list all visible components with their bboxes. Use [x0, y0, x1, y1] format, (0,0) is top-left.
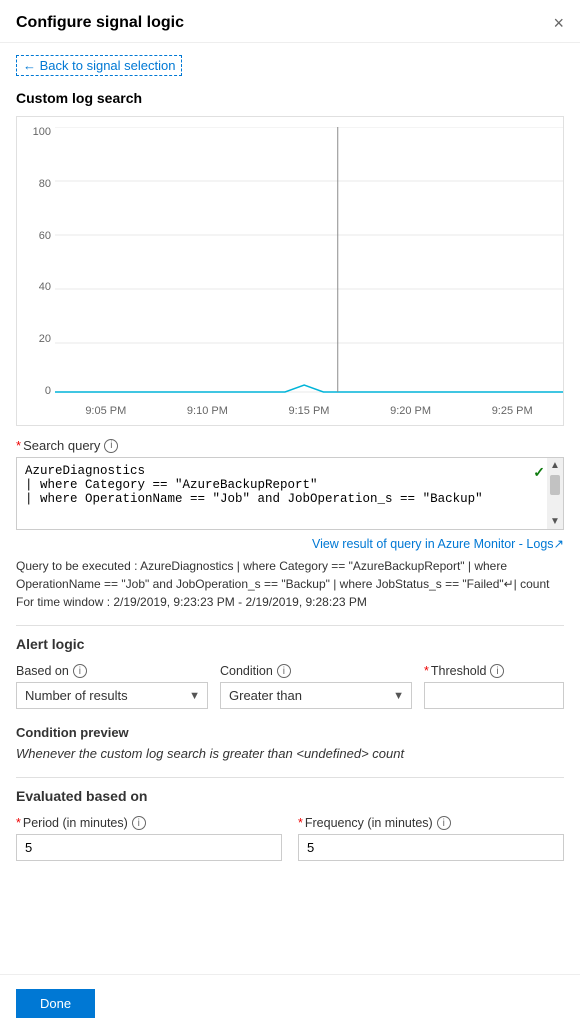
close-button[interactable]: × — [553, 14, 564, 32]
alert-fields-row: Based on i Number of results Metric meas… — [16, 664, 564, 709]
period-field: * Period (in minutes) i — [16, 816, 282, 861]
x-label-920: 9:20 PM — [360, 405, 462, 417]
threshold-label: Threshold — [431, 664, 487, 678]
query-description: Query to be executed : AzureDiagnostics … — [16, 557, 564, 611]
y-label-100: 100 — [33, 127, 51, 138]
frequency-input[interactable] — [298, 834, 564, 861]
period-required-star: * — [16, 816, 21, 830]
x-label-915: 9:15 PM — [258, 405, 360, 417]
y-label-40: 40 — [39, 282, 51, 293]
threshold-required-star: * — [424, 664, 429, 678]
back-link[interactable]: ← Back to signal selection — [16, 55, 182, 76]
threshold-input[interactable] — [424, 682, 564, 709]
checkmark-icon: ✓ — [533, 464, 545, 481]
threshold-label-row: * Threshold i — [424, 664, 564, 678]
divider-1 — [16, 625, 564, 626]
x-label-905: 9:05 PM — [55, 405, 157, 417]
panel-title: Configure signal logic — [16, 14, 184, 32]
scrollbar: ▲ ▼ — [547, 458, 563, 529]
y-label-60: 60 — [39, 231, 51, 242]
search-query-label-row: * Search query i — [16, 438, 564, 453]
panel-content: ← Back to signal selection Custom log se… — [0, 43, 580, 889]
scroll-down-arrow[interactable]: ▼ — [548, 514, 562, 529]
query-description-text: Query to be executed : AzureDiagnostics … — [16, 559, 550, 609]
search-query-label: Search query — [23, 438, 100, 453]
frequency-label: Frequency (in minutes) — [305, 816, 433, 830]
section-title: Custom log search — [16, 90, 564, 106]
frequency-info-icon[interactable]: i — [437, 816, 451, 830]
based-on-info-icon[interactable]: i — [73, 664, 87, 678]
chart-plot — [55, 127, 563, 397]
required-star: * — [16, 438, 21, 453]
configure-signal-panel: Configure signal logic × ← Back to signa… — [0, 0, 580, 1032]
chart-container: 100 80 60 40 20 0 — [16, 116, 564, 426]
scroll-up-arrow[interactable]: ▲ — [548, 458, 562, 473]
period-input[interactable] — [16, 834, 282, 861]
based-on-label: Based on — [16, 664, 69, 678]
condition-info-icon[interactable]: i — [277, 664, 291, 678]
based-on-label-row: Based on i — [16, 664, 208, 678]
threshold-info-icon[interactable]: i — [490, 664, 504, 678]
threshold-field: * Threshold i — [424, 664, 564, 709]
y-label-80: 80 — [39, 179, 51, 190]
chart-svg — [55, 127, 563, 397]
y-axis: 100 80 60 40 20 0 — [17, 127, 55, 397]
based-on-field: Based on i Number of results Metric meas… — [16, 664, 208, 709]
y-label-20: 20 — [39, 334, 51, 345]
scroll-thumb[interactable] — [550, 475, 560, 495]
condition-preview-title: Condition preview — [16, 725, 564, 740]
period-label: Period (in minutes) — [23, 816, 128, 830]
query-section: * Search query i ✓ ▲ ▼ — [16, 438, 564, 530]
panel-footer: Done — [0, 974, 580, 1032]
condition-preview-text: Whenever the custom log search is greate… — [16, 746, 564, 761]
search-query-info-icon[interactable]: i — [104, 439, 118, 453]
based-on-select-wrapper: Number of results Metric measurement ▼ — [16, 682, 208, 709]
evaluated-section: Evaluated based on * Period (in minutes)… — [16, 788, 564, 861]
period-info-icon[interactable]: i — [132, 816, 146, 830]
panel-header: Configure signal logic × — [0, 0, 580, 43]
eval-fields-row: * Period (in minutes) i * Frequency (in … — [16, 816, 564, 861]
divider-2 — [16, 777, 564, 778]
chart-inner: 100 80 60 40 20 0 — [17, 127, 563, 397]
alert-logic-title: Alert logic — [16, 636, 564, 652]
frequency-field: * Frequency (in minutes) i — [298, 816, 564, 861]
x-label-925: 9:25 PM — [461, 405, 563, 417]
condition-field: Condition i Greater than Less than Equal… — [220, 664, 412, 709]
x-axis: 9:05 PM 9:10 PM 9:15 PM 9:20 PM 9:25 PM — [55, 397, 563, 425]
condition-preview-section: Condition preview Whenever the custom lo… — [16, 725, 564, 761]
condition-label: Condition — [220, 664, 273, 678]
based-on-select[interactable]: Number of results Metric measurement — [16, 682, 208, 709]
period-label-row: * Period (in minutes) i — [16, 816, 282, 830]
condition-select-wrapper: Greater than Less than Equal to ▼ — [220, 682, 412, 709]
view-result-link[interactable]: View result of query in Azure Monitor - … — [16, 536, 564, 551]
x-label-910: 9:10 PM — [157, 405, 259, 417]
search-query-textarea[interactable] — [17, 458, 563, 526]
done-button[interactable]: Done — [16, 989, 95, 1018]
frequency-label-row: * Frequency (in minutes) i — [298, 816, 564, 830]
evaluated-title: Evaluated based on — [16, 788, 564, 804]
y-label-0: 0 — [45, 386, 51, 397]
condition-select[interactable]: Greater than Less than Equal to — [220, 682, 412, 709]
frequency-required-star: * — [298, 816, 303, 830]
alert-logic-section: Alert logic Based on i Number of results… — [16, 636, 564, 709]
query-textarea-wrapper: ✓ ▲ ▼ — [16, 457, 564, 530]
condition-label-row: Condition i — [220, 664, 412, 678]
